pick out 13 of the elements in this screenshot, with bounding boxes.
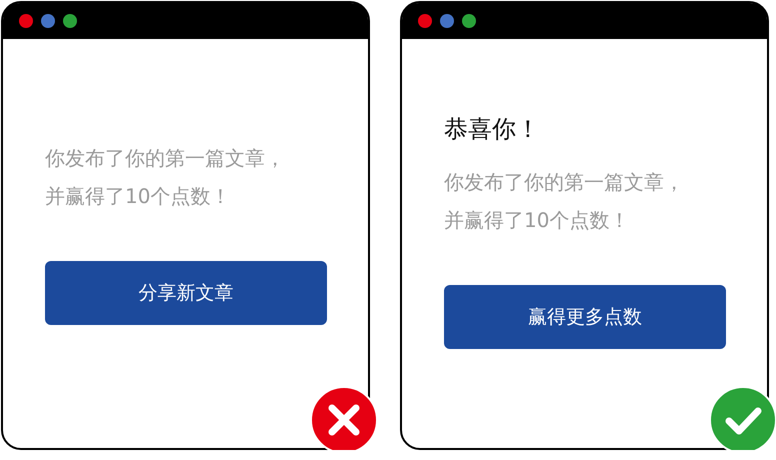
window-control-icon[interactable]	[440, 14, 454, 28]
heading: 恭喜你！	[444, 114, 540, 145]
window-control-icon[interactable]	[19, 14, 33, 28]
action-button[interactable]: 赢得更多点数	[444, 285, 726, 349]
message-line: 你发布了你的第一篇文章，	[444, 169, 684, 196]
message-line: 你发布了你的第一篇文章，	[45, 145, 285, 172]
message-line: 并赢得了10个点数！	[45, 183, 230, 210]
window-control-icon[interactable]	[63, 14, 77, 28]
window-control-icon[interactable]	[41, 14, 55, 28]
message-line: 并赢得了10个点数！	[444, 207, 630, 234]
action-button[interactable]: 分享新文章	[45, 261, 327, 325]
window-control-icon[interactable]	[418, 14, 432, 28]
window-control-icon[interactable]	[462, 14, 476, 28]
